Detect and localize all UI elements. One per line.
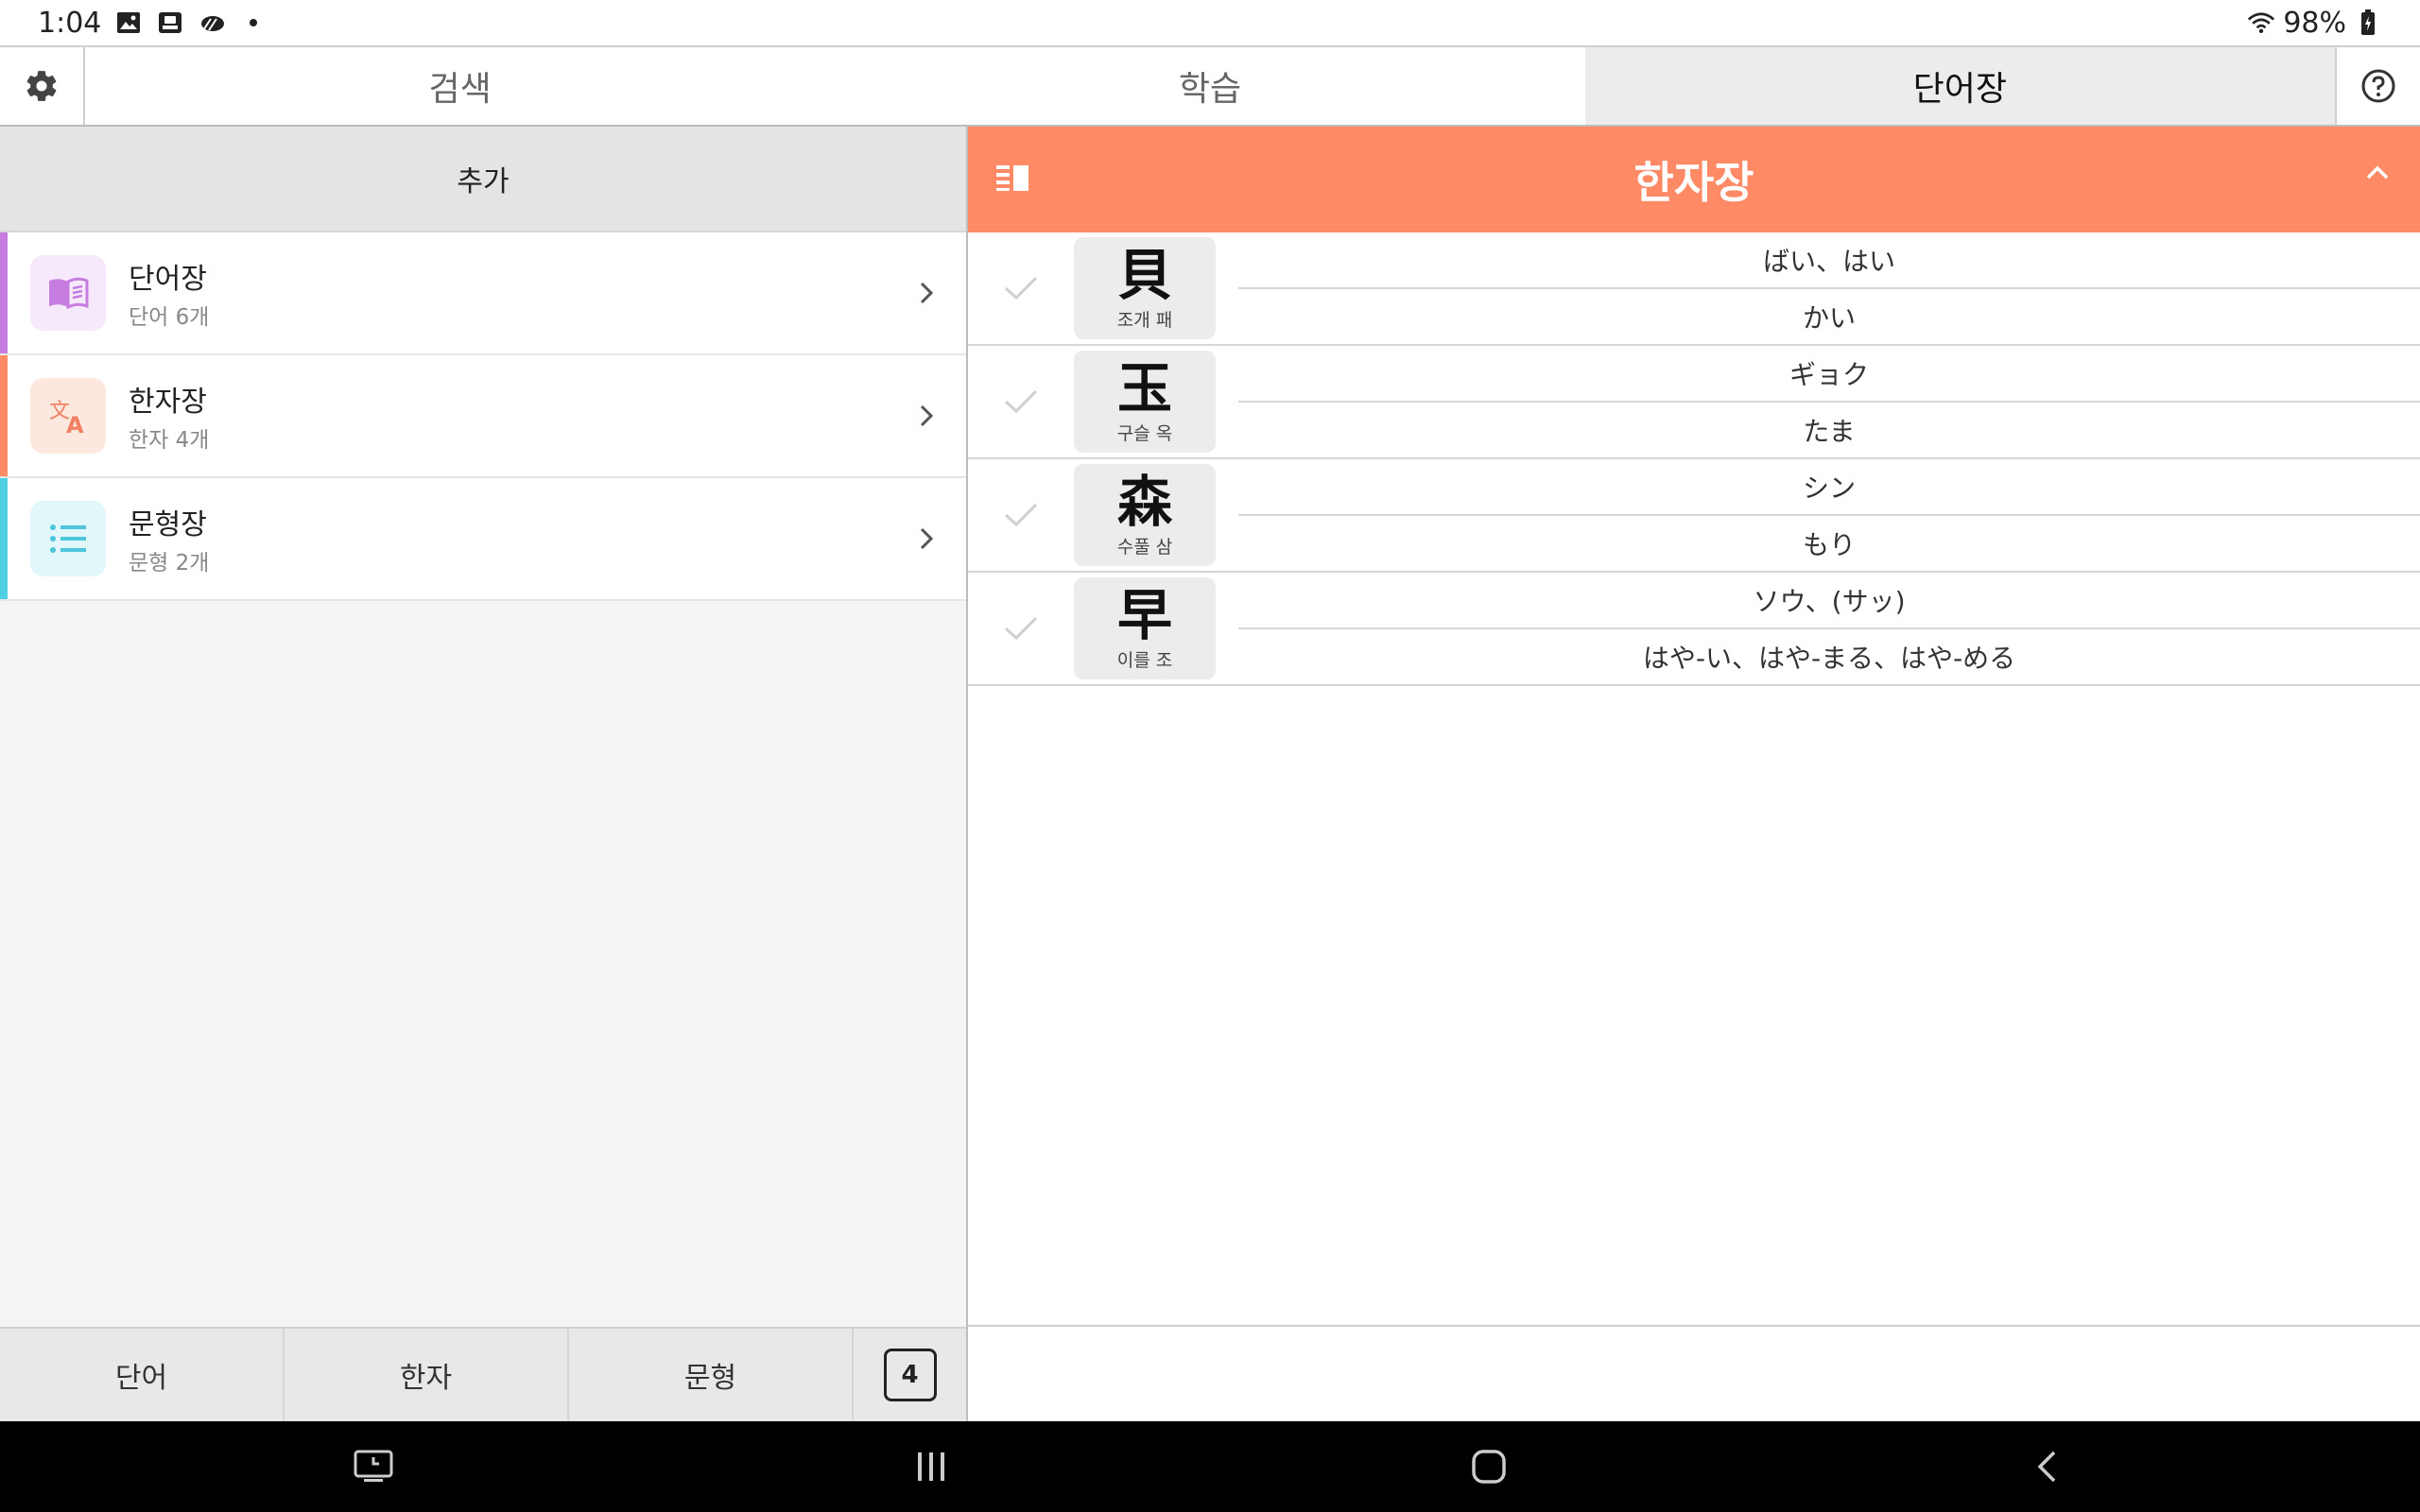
- battery-percent: 98%: [2283, 6, 2346, 40]
- footer-divider: [968, 1325, 2420, 1327]
- kun-reading: もり: [1802, 529, 1856, 560]
- recents-button[interactable]: [874, 1429, 988, 1504]
- back-icon: [2037, 1451, 2056, 1483]
- item-subtitle: 문형 2개: [129, 551, 210, 576]
- kanji-meaning: 구슬 옥: [1116, 422, 1173, 444]
- tab-wordbook[interactable]: 단어장: [1584, 47, 2335, 125]
- chevron-right-icon: [920, 282, 934, 304]
- tab-study[interactable]: 학습: [835, 47, 1584, 125]
- wifi-icon: [2247, 9, 2275, 37]
- kanji-row[interactable]: 早 이를 조 ソウ、(サッ) はや-い、はや-まる、はや-める: [968, 573, 2420, 686]
- chevron-right-icon: [920, 527, 934, 550]
- kanji-row[interactable]: 貝 조개 패 ばい、はい かい: [968, 232, 2420, 346]
- kun-reading: たま: [1803, 416, 1856, 447]
- list-icon: [30, 501, 106, 576]
- screenshot-icon: [156, 9, 184, 37]
- on-reading: ギョク: [1238, 346, 2420, 403]
- gear-icon: [26, 71, 57, 101]
- on-reading: ソウ、(サッ): [1238, 573, 2420, 629]
- status-bar: 1:04 98%: [0, 0, 2420, 45]
- accent-bar: [0, 355, 8, 476]
- check-icon[interactable]: [968, 274, 1074, 302]
- item-title: 한자장: [129, 386, 207, 419]
- filter-pattern-button[interactable]: 문형: [569, 1329, 854, 1421]
- home-button[interactable]: [1432, 1429, 1546, 1504]
- book-icon: [30, 255, 106, 331]
- kanji-character: 早: [1116, 582, 1172, 647]
- kanji-detail-panel: 한자장 貝 조개 패 ばい、はい かい 玉 구슬 옥 ギョク たま 森 수풀 삼…: [968, 127, 2420, 1421]
- count-button[interactable]: 4: [854, 1329, 966, 1421]
- panel-title: 한자장: [1634, 157, 1754, 208]
- item-subtitle: 단어 6개: [129, 305, 210, 330]
- svg-text:A: A: [66, 412, 84, 435]
- kanji-card: 森 수풀 삼: [1074, 464, 1216, 566]
- recent-screen-button[interactable]: [317, 1429, 430, 1504]
- help-icon: [2361, 69, 2395, 103]
- kun-reading: かい: [1802, 302, 1856, 334]
- kanji-character: 玉: [1116, 355, 1172, 421]
- item-subtitle: 한자 4개: [129, 428, 210, 453]
- chevron-up-icon: [2366, 165, 2389, 180]
- tab-search[interactable]: 검색: [85, 47, 835, 125]
- on-reading: ばい、はい: [1238, 232, 2420, 289]
- list-panel: 추가 단어장 단어 6개 文A 한자장 한자 4개 문형장 문형 2개 단어 한…: [0, 127, 968, 1421]
- check-icon[interactable]: [968, 501, 1074, 529]
- kanji-card: 早 이를 조: [1074, 577, 1216, 679]
- chevron-right-icon: [920, 404, 934, 427]
- kanji-row[interactable]: 森 수풀 삼 シン もり: [968, 459, 2420, 573]
- check-icon[interactable]: [968, 387, 1074, 416]
- kanji-card: 玉 구슬 옥: [1074, 351, 1216, 453]
- kanji-character: 森: [1116, 469, 1172, 534]
- kanji-row[interactable]: 玉 구슬 옥 ギョク たま: [968, 346, 2420, 459]
- accent-bar: [0, 478, 8, 599]
- bottom-filter-tabs: 단어 한자 문형 4: [0, 1327, 966, 1421]
- collapse-button[interactable]: [2365, 164, 2390, 185]
- settings-button[interactable]: [0, 47, 85, 125]
- filter-word-button[interactable]: 단어: [0, 1329, 285, 1421]
- battery-icon: [2354, 9, 2382, 37]
- panel-header: 한자장: [968, 127, 2420, 232]
- check-icon[interactable]: [968, 614, 1074, 643]
- kanji-meaning: 수풀 삼: [1116, 536, 1173, 558]
- list-item-patternbook[interactable]: 문형장 문형 2개: [0, 478, 966, 601]
- kanji-character: 貝: [1116, 242, 1172, 307]
- recents-icon: [918, 1452, 944, 1481]
- filter-kanji-button[interactable]: 한자: [285, 1329, 569, 1421]
- add-button[interactable]: 추가: [0, 127, 966, 232]
- gallery-icon: [114, 9, 143, 37]
- kanji-meaning: 이를 조: [1116, 649, 1173, 671]
- count-badge: 4: [883, 1349, 937, 1401]
- kun-reading: はや-い、はや-まる、はや-める: [1642, 643, 2016, 674]
- on-reading: シン: [1238, 459, 2420, 516]
- top-tab-bar: 검색 학습 단어장: [0, 45, 2420, 127]
- list-item-kanjibook[interactable]: 文A 한자장 한자 4개: [0, 355, 966, 478]
- translate-icon: 文A: [30, 378, 106, 454]
- accent-bar: [0, 232, 8, 353]
- back-button[interactable]: [1990, 1429, 2103, 1504]
- item-title: 단어장: [129, 263, 207, 296]
- weather-icon: [198, 9, 226, 37]
- dot-icon: [239, 9, 268, 37]
- kanji-meaning: 조개 패: [1116, 309, 1173, 331]
- system-nav-bar: [0, 1421, 2420, 1512]
- list-item-wordbook[interactable]: 단어장 단어 6개: [0, 232, 966, 355]
- help-button[interactable]: [2334, 47, 2420, 125]
- item-title: 문형장: [129, 508, 207, 541]
- kanji-card: 貝 조개 패: [1074, 237, 1216, 339]
- screen-history-icon: [354, 1450, 393, 1482]
- status-time: 1:04: [38, 6, 102, 40]
- home-icon: [1472, 1450, 1506, 1484]
